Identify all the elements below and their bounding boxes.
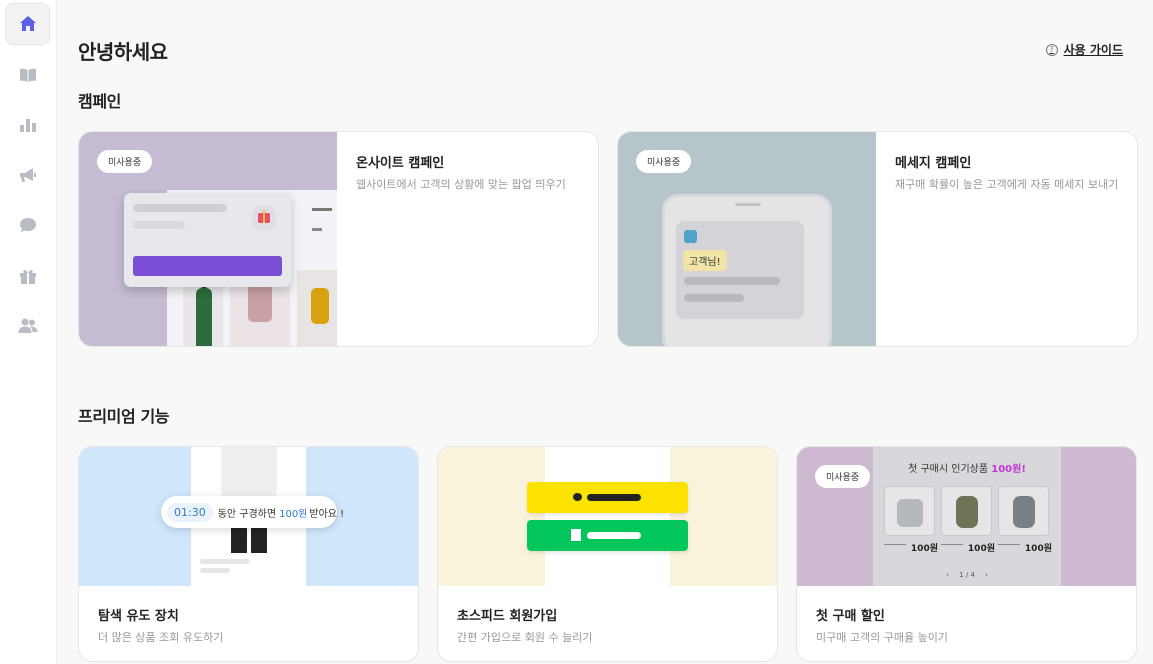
card-title: 메세지 캠페인 <box>895 156 972 171</box>
backpack-image <box>1013 496 1035 528</box>
card-text: 첫 구매 할인 미구매 고객의 구매율 높이기 <box>816 605 948 645</box>
card-text: 메세지 캠페인 재구매 확률이 높은 고객에게 자동 메세지 보내기 <box>895 152 1118 192</box>
user-guide-link[interactable]: ? 사용 가이드 <box>1045 41 1123 58</box>
price-label: 100원 <box>910 544 938 554</box>
card-description: 웹사이트에서 고객의 상황에 맞는 팝업 띄우기 <box>356 178 566 191</box>
kakao-icon <box>573 493 582 501</box>
quick-signup-illustration <box>438 447 777 586</box>
promo-mockup: 첫 구매시 인기상품 100원! 100원 100원 100원 ‹ 1 / 4 … <box>873 447 1061 586</box>
gift-box-icon <box>251 205 277 231</box>
timer-value: 01:30 <box>167 502 213 522</box>
book-icon <box>19 68 36 82</box>
pager-label: 1 / 4 <box>959 571 975 579</box>
price-label: 100원 <box>1024 544 1052 554</box>
popup-mockup <box>124 193 291 287</box>
product-image <box>297 270 337 346</box>
sidebar-item-benefit[interactable] <box>5 255 50 297</box>
timer-text: 동안 구경하면 <box>217 508 277 520</box>
browse-inducer-illustration: 01:30 동안 구경하면 100원 받아요 ! <box>79 447 418 586</box>
quick-signup-card[interactable]: 초스피드 회원가입 간편 가입으로 회원 수 늘리기 <box>437 446 778 662</box>
timer-amount: 100원 <box>279 508 308 520</box>
status-badge: 미사용중 <box>97 150 153 173</box>
help-icon: ? <box>1045 43 1058 56</box>
card-description: 간편 가입으로 회원 수 늘리기 <box>457 631 593 644</box>
megaphone-icon <box>19 168 36 182</box>
product-tile <box>884 486 935 536</box>
sidebar-item-guide[interactable] <box>5 54 50 96</box>
premium-section-title: 프리미엄 기능 <box>78 407 170 426</box>
backpack-image <box>956 496 978 528</box>
status-badge: 미사용중 <box>815 465 871 488</box>
campaign-section-title: 캠페인 <box>78 92 121 111</box>
card-text: 초스피드 회원가입 간편 가입으로 회원 수 늘리기 <box>457 605 592 645</box>
home-icon <box>19 16 36 31</box>
product-tile <box>941 486 992 536</box>
user-guide-label: 사용 가이드 <box>1063 43 1123 57</box>
naver-icon <box>571 529 581 541</box>
promo-headline: 첫 구매시 인기상품 100원! <box>873 460 1061 475</box>
card-title: 온사이트 캠페인 <box>356 156 445 171</box>
signup-page-mockup <box>545 447 670 586</box>
product-tile <box>998 486 1049 536</box>
status-badge: 미사용중 <box>636 150 692 173</box>
chat-bubble-icon <box>19 218 36 232</box>
timer-popup: 01:30 동안 구경하면 100원 받아요 ! <box>161 496 344 528</box>
sidebar-item-members[interactable] <box>5 305 50 347</box>
chevron-right-icon: › <box>985 571 988 579</box>
price-label: 100원 <box>967 544 995 554</box>
pager: ‹ 1 / 4 › <box>873 571 1061 579</box>
card-title: 첫 구매 할인 <box>816 609 885 624</box>
promo-text: 첫 구매시 인기상품 <box>908 464 989 475</box>
sidebar <box>0 0 57 664</box>
model-shirt <box>221 447 277 502</box>
phone-mockup: 고객님! <box>662 194 832 346</box>
message-campaign-card[interactable]: 고객님! 미사용중 메세지 캠페인 재구매 확률이 높은 고객에게 자동 메세지… <box>617 131 1138 347</box>
sidebar-item-campaign[interactable] <box>5 154 50 196</box>
browse-inducer-card[interactable]: 01:30 동안 구경하면 100원 받아요 ! 탐색 유도 장치 더 많은 상… <box>78 446 419 662</box>
card-text: 탐색 유도 장치 더 많은 상품 조회 유도하기 <box>98 605 223 645</box>
sidebar-item-message[interactable] <box>5 204 50 246</box>
chat-icon <box>684 230 697 243</box>
kakao-login-button <box>527 482 688 513</box>
bag-image <box>897 499 923 527</box>
chevron-left-icon: ‹ <box>946 571 949 579</box>
card-description: 미구매 고객의 구매율 높이기 <box>816 631 948 644</box>
card-title: 초스피드 회원가입 <box>457 609 558 624</box>
timer-text: 받아요 ! <box>309 508 345 520</box>
promo-amount: 100원! <box>991 464 1026 475</box>
main-content: 안녕하세요 ? 사용 가이드 캠페인 미사용중 온사이트 캠페인 웹사이트에서 … <box>57 0 1153 664</box>
card-description: 재구매 확률이 높은 고객에게 자동 메세지 보내기 <box>895 178 1119 191</box>
first-purchase-discount-card[interactable]: 첫 구매시 인기상품 100원! 100원 100원 100원 ‹ 1 / 4 … <box>796 446 1137 662</box>
naver-login-button <box>527 520 688 551</box>
message-bubble: 고객님! <box>683 250 727 271</box>
sidebar-item-home[interactable] <box>5 3 50 45</box>
page-title: 안녕하세요 <box>78 40 168 64</box>
users-icon <box>18 318 37 333</box>
onsite-campaign-card[interactable]: 미사용중 온사이트 캠페인 웹사이트에서 고객의 상황에 맞는 팝업 띄우기 <box>78 131 599 347</box>
gift-icon <box>19 269 36 284</box>
sidebar-item-stats[interactable] <box>5 104 50 146</box>
card-text: 온사이트 캠페인 웹사이트에서 고객의 상황에 맞는 팝업 띄우기 <box>356 152 566 192</box>
card-title: 탐색 유도 장치 <box>98 609 179 624</box>
bar-chart-icon <box>19 119 36 132</box>
card-description: 더 많은 상품 조회 유도하기 <box>98 631 224 644</box>
